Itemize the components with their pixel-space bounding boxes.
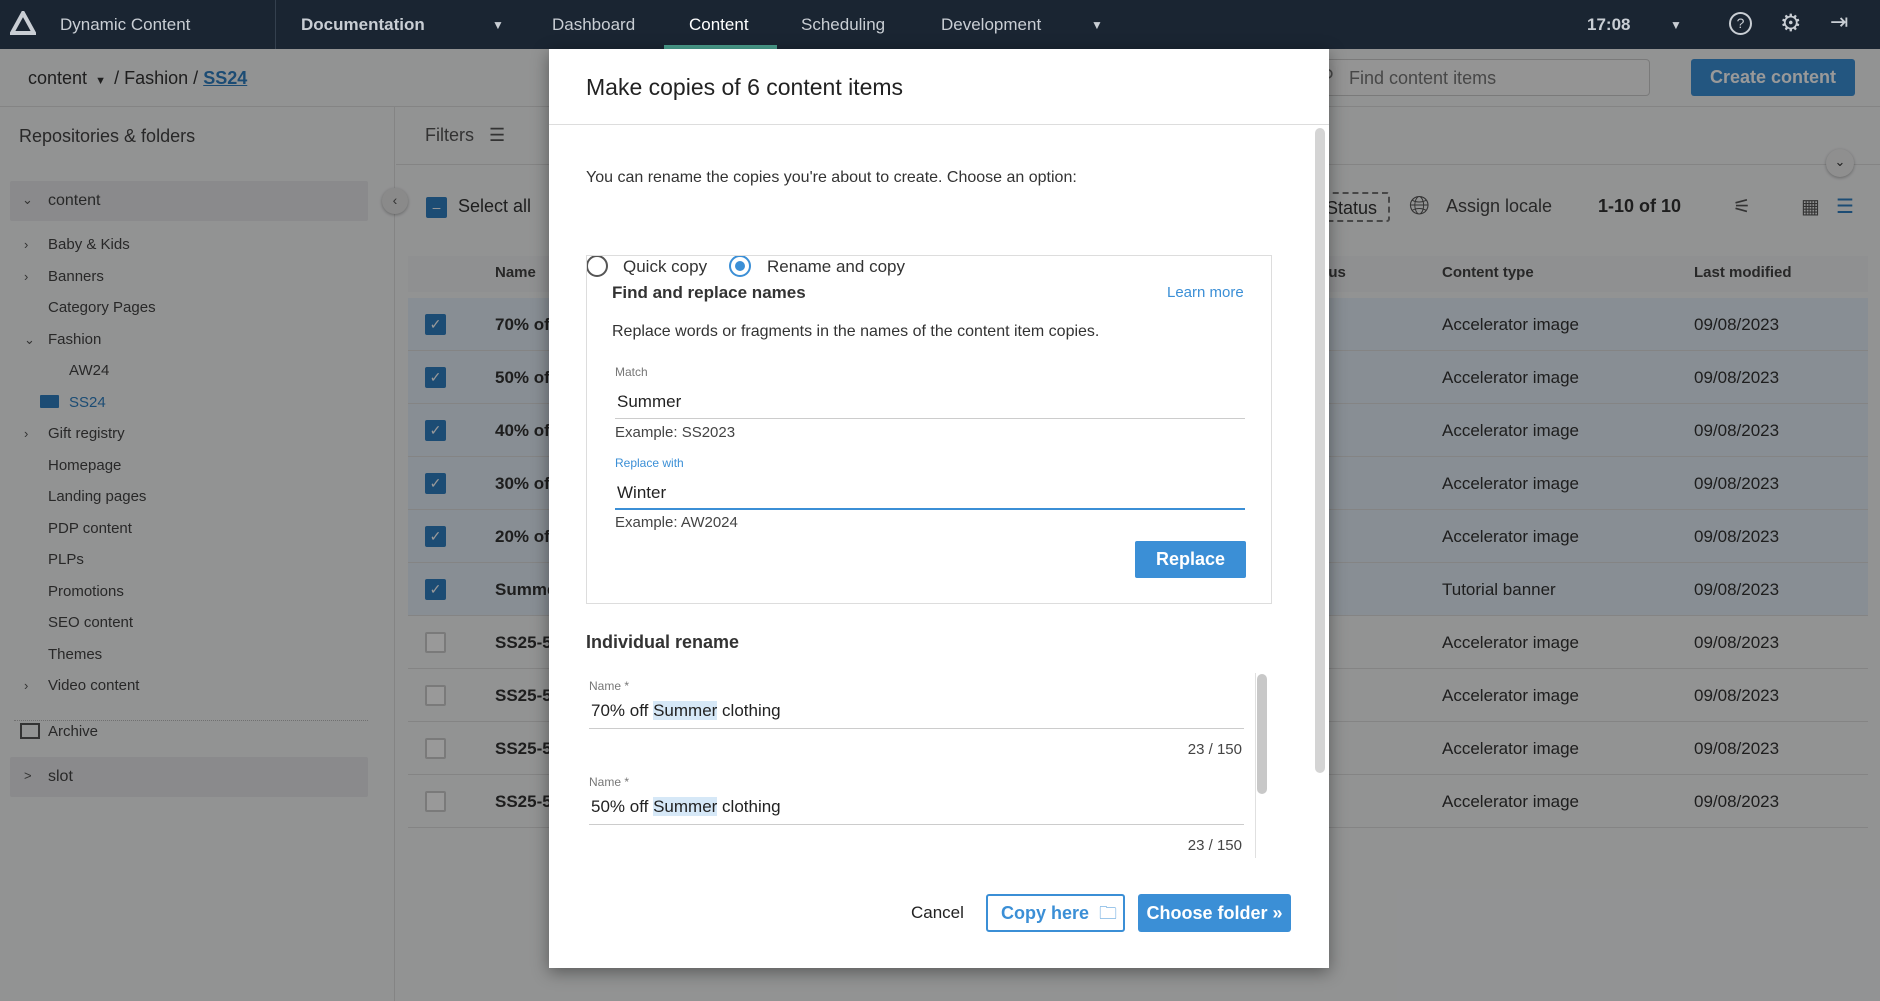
input-underline xyxy=(589,728,1244,729)
learn-more-link[interactable]: Learn more xyxy=(1167,284,1244,301)
char-count: 23 / 150 xyxy=(1187,741,1242,758)
match-input[interactable]: Summer xyxy=(617,392,681,412)
copy-here-button[interactable]: Copy here 🗀 xyxy=(986,894,1125,932)
name-text: 50% off xyxy=(591,797,654,816)
individual-rename-title: Individual rename xyxy=(586,632,740,652)
name-input[interactable]: 50% off Summer clothing xyxy=(591,797,781,817)
dialog-intro: You can rename the copies you're about t… xyxy=(586,169,1077,186)
name-text: clothing xyxy=(717,797,781,816)
input-underline-focused xyxy=(615,508,1245,510)
input-underline xyxy=(615,418,1245,419)
choose-folder-button[interactable]: Choose folder » xyxy=(1138,894,1291,932)
clock: 17:08 xyxy=(1587,15,1631,34)
divider xyxy=(1255,673,1256,858)
help-icon[interactable]: ? xyxy=(1729,12,1752,35)
input-underline xyxy=(589,824,1244,825)
dialog-title: Make copies of 6 content items xyxy=(586,74,904,100)
nav-dashboard[interactable]: Dashboard xyxy=(552,15,635,35)
user-menu-dropdown-icon[interactable]: ▼ xyxy=(1670,18,1682,32)
char-count: 23 / 150 xyxy=(1187,837,1242,854)
name-field: Name * 70% off Summer clothing 23 / 150 xyxy=(586,667,1246,763)
name-label: Name * xyxy=(589,775,630,789)
hub-dropdown-icon[interactable]: ▼ xyxy=(492,18,504,32)
name-label: Name * xyxy=(589,679,630,693)
app-name: Dynamic Content xyxy=(60,15,191,34)
individual-rename-list: Name * 70% off Summer clothing 23 / 150 N… xyxy=(586,667,1254,857)
find-replace-description: Replace words or fragments in the names … xyxy=(612,323,1100,340)
rename-list-scrollbar[interactable] xyxy=(1257,674,1267,794)
replace-button[interactable]: Replace xyxy=(1135,541,1246,578)
top-bar: Dynamic Content Documentation ▼ Dashboar… xyxy=(0,0,1880,49)
match-hint: Example: SS2023 xyxy=(615,424,736,441)
find-replace-title: Find and replace names xyxy=(612,283,806,302)
name-text: clothing xyxy=(717,701,781,720)
replace-hint: Example: AW2024 xyxy=(615,514,738,531)
dialog-scrollbar[interactable] xyxy=(1315,128,1325,773)
match-highlight: Summer xyxy=(653,701,718,720)
name-field: Name * 50% off Summer clothing 23 / 150 xyxy=(586,763,1246,857)
nav-scheduling[interactable]: Scheduling xyxy=(801,15,885,35)
folder-icon: 🗀 xyxy=(1099,903,1118,923)
logout-icon[interactable]: ⇥ xyxy=(1830,9,1848,35)
match-label: Match xyxy=(615,365,648,379)
hub-selector[interactable]: Documentation xyxy=(301,15,425,35)
nav-development[interactable]: Development xyxy=(941,15,1041,35)
cancel-button[interactable]: Cancel xyxy=(911,903,964,923)
match-highlight: Summer xyxy=(653,797,718,816)
copy-here-label: Copy here xyxy=(1001,903,1090,923)
copy-items-dialog: Make copies of 6 content items You can r… xyxy=(549,49,1329,968)
replace-with-label: Replace with xyxy=(615,456,684,470)
replace-with-input[interactable]: Winter xyxy=(617,483,666,503)
name-input[interactable]: 70% off Summer clothing xyxy=(591,701,781,721)
more-nav-dropdown-icon[interactable]: ▼ xyxy=(1091,18,1103,32)
find-replace-panel: Find and replace names Learn more Replac… xyxy=(586,255,1272,604)
divider xyxy=(275,0,276,49)
app-logo-icon xyxy=(10,11,36,35)
divider xyxy=(549,124,1329,125)
settings-gear-icon[interactable]: ⚙ xyxy=(1780,9,1802,38)
name-text: 70% off xyxy=(591,701,654,720)
nav-content[interactable]: Content xyxy=(689,15,749,35)
